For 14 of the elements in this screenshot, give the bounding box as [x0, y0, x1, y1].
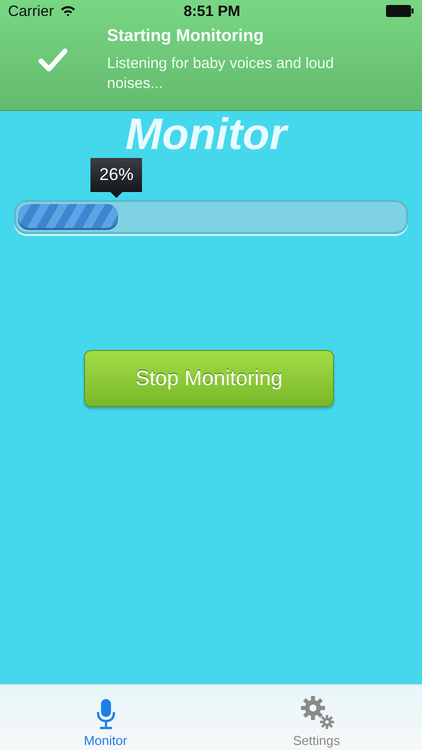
banner-message: Listening for baby voices and loud noises... — [107, 54, 335, 94]
screen-title: Monitor — [125, 110, 287, 160]
tab-bar-item[interactable]: Monitor — [0, 685, 211, 750]
wifi-icon — [60, 5, 76, 17]
checkmark-icon — [38, 48, 68, 72]
percent-tooltip: 26% — [90, 158, 142, 198]
tab-bar-item[interactable]: Settings — [211, 685, 422, 750]
battery-icon — [386, 5, 414, 17]
clock: 8:51 PM — [184, 2, 242, 20]
banner-title: Starting Monitoring — [107, 26, 265, 46]
stop-monitoring-button[interactable]: Stop Monitoring — [84, 350, 334, 407]
microphone-icon — [96, 698, 116, 730]
carrier-label: Carrier — [8, 2, 54, 20]
gears-icon — [298, 694, 334, 730]
